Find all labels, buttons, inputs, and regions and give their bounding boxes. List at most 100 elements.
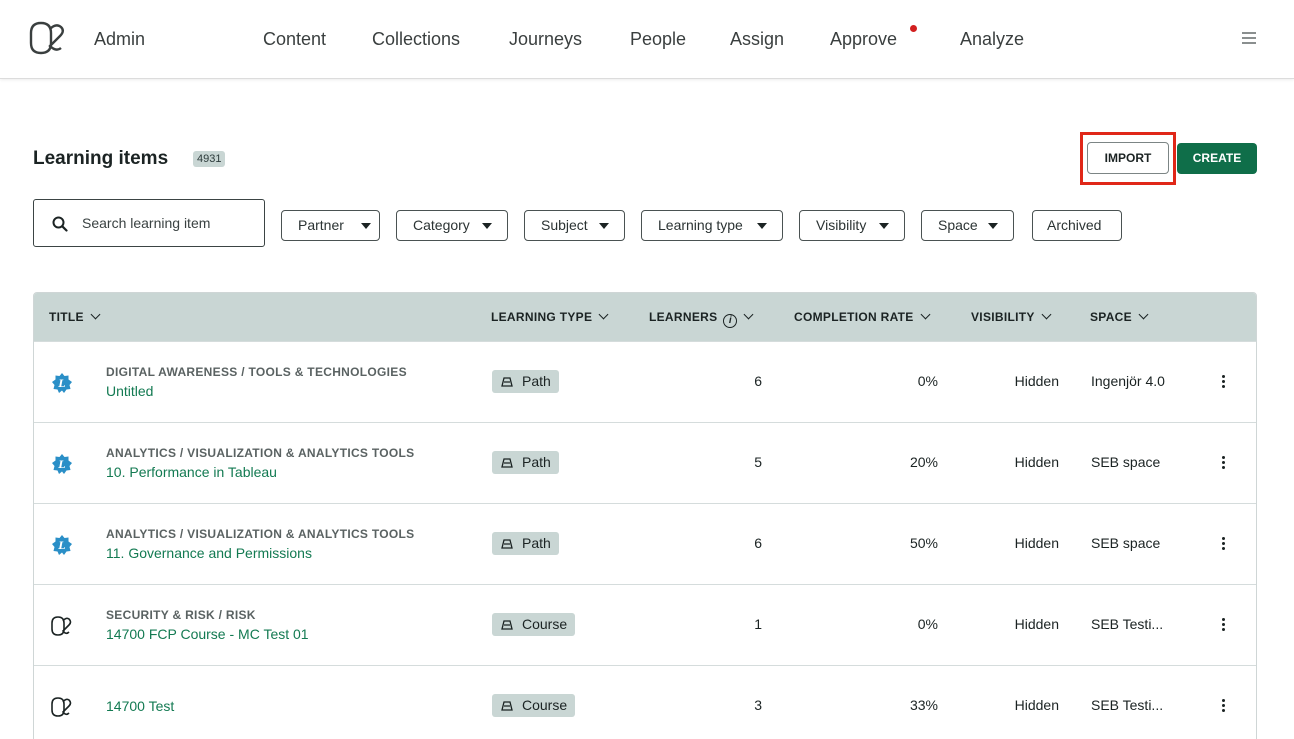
column-space[interactable]: SPACE: [1090, 309, 1149, 324]
item-category: DIGITAL AWARENESS / TOOLS & TECHNOLOGIES: [106, 365, 407, 379]
filter-subject[interactable]: Subject: [524, 210, 625, 241]
partner-badge-icon: L: [52, 373, 72, 393]
column-label: TITLE: [49, 310, 84, 324]
more-options-icon[interactable]: [1219, 537, 1227, 551]
filter-archived[interactable]: Archived: [1032, 210, 1122, 241]
table-row[interactable]: L ANALYTICS / VISUALIZATION & ANALYTICS …: [34, 422, 1256, 503]
completion-rate: 50%: [909, 535, 938, 551]
caret-down-icon: [757, 223, 767, 229]
table-row[interactable]: L ANALYTICS / VISUALIZATION & ANALYTICS …: [34, 503, 1256, 584]
completion-rate: 0%: [917, 616, 938, 632]
filter-label: Visibility: [816, 217, 867, 233]
brand-logo-icon: [51, 697, 72, 717]
search-box[interactable]: [33, 199, 265, 247]
learning-type-label: Path: [522, 454, 551, 470]
column-completion-rate[interactable]: COMPLETION RATE: [794, 309, 931, 324]
space-value: Ingenjör 4.0: [1091, 373, 1165, 389]
page-title: Learning items: [33, 148, 169, 169]
learning-type-label: Path: [522, 535, 551, 551]
table-row[interactable]: SECURITY & RISK / RISK 14700 FCP Course …: [34, 584, 1256, 665]
column-label: LEARNING TYPE: [491, 310, 593, 324]
visibility-value: Hidden: [1014, 373, 1059, 389]
svg-text:L: L: [57, 460, 65, 471]
more-options-icon[interactable]: [1219, 456, 1227, 470]
path-type-icon: [501, 539, 513, 549]
caret-down-icon: [879, 223, 889, 229]
space-value: SEB Testi...: [1091, 616, 1164, 632]
learning-type-label: Course: [522, 697, 568, 713]
chevron-down-icon: [1041, 309, 1052, 320]
column-label: COMPLETION RATE: [794, 310, 914, 324]
filter-category[interactable]: Category: [396, 210, 508, 241]
filter-label: Partner: [298, 217, 344, 233]
filter-label: Space: [938, 217, 978, 233]
item-title-link[interactable]: Untitled: [106, 383, 153, 399]
learning-type-label: Path: [522, 373, 551, 389]
learning-type-label: Course: [522, 616, 568, 632]
brand-logo-icon[interactable]: [28, 19, 68, 57]
filter-space[interactable]: Space: [921, 210, 1014, 241]
visibility-value: Hidden: [1014, 454, 1059, 470]
nav-assign[interactable]: Assign: [730, 29, 784, 50]
column-label: VISIBILITY: [971, 310, 1035, 324]
learning-type-badge: Path: [492, 532, 559, 555]
admin-label[interactable]: Admin: [94, 29, 145, 50]
partner-badge-icon: L: [52, 454, 72, 474]
space-value: SEB space: [1091, 454, 1161, 470]
filter-label: Category: [413, 217, 470, 233]
nav-collections[interactable]: Collections: [372, 29, 460, 50]
column-learning-type[interactable]: LEARNING TYPE: [491, 309, 609, 324]
visibility-value: Hidden: [1014, 616, 1059, 632]
search-input[interactable]: [82, 212, 252, 234]
learners-count: 1: [754, 616, 762, 632]
more-options-icon[interactable]: [1219, 699, 1227, 713]
chevron-down-icon: [743, 309, 754, 320]
column-visibility[interactable]: VISIBILITY: [971, 309, 1052, 324]
chevron-down-icon: [90, 309, 101, 320]
completion-rate: 20%: [909, 454, 938, 470]
filter-partner[interactable]: Partner: [281, 210, 380, 241]
learning-type-badge: Course: [492, 694, 576, 717]
filter-learning-type[interactable]: Learning type: [641, 210, 783, 241]
more-options-icon[interactable]: [1219, 375, 1227, 389]
chevron-down-icon: [598, 309, 609, 320]
nav-content[interactable]: Content: [263, 29, 326, 50]
caret-down-icon: [482, 223, 492, 229]
notification-dot: [910, 25, 917, 32]
nav-approve[interactable]: Approve: [830, 29, 897, 50]
nav-analyze[interactable]: Analyze: [960, 29, 1024, 50]
space-value: SEB Testi...: [1091, 697, 1164, 713]
item-title-link[interactable]: 11. Governance and Permissions: [106, 545, 312, 561]
hamburger-menu-icon[interactable]: [1242, 32, 1256, 44]
learners-count: 3: [754, 697, 762, 713]
brand-logo-icon: [51, 616, 72, 636]
item-title-link[interactable]: 14700 FCP Course - MC Test 01: [106, 626, 309, 642]
visibility-value: Hidden: [1014, 535, 1059, 551]
import-button[interactable]: IMPORT: [1087, 142, 1169, 174]
info-icon[interactable]: i: [723, 314, 738, 328]
caret-down-icon: [988, 223, 998, 229]
item-title-link[interactable]: 14700 Test: [106, 698, 174, 714]
filter-label: Subject: [541, 217, 588, 233]
table-row[interactable]: 14700 Test Course 3 33% Hidden SEB Testi…: [34, 665, 1256, 739]
course-type-icon: [501, 701, 513, 711]
nav-people[interactable]: People: [630, 29, 686, 50]
filter-label: Archived: [1047, 217, 1102, 233]
learning-type-badge: Course: [492, 613, 576, 636]
create-button[interactable]: CREATE: [1177, 143, 1257, 174]
learners-count: 5: [754, 454, 762, 470]
column-learners[interactable]: LEARNERS i: [649, 309, 754, 328]
learners-count: 6: [754, 535, 762, 551]
table-header: TITLE LEARNING TYPE LEARNERS i COMPLETION…: [34, 293, 1256, 342]
more-options-icon[interactable]: [1219, 618, 1227, 632]
item-title-link[interactable]: 10. Performance in Tableau: [106, 464, 277, 480]
table-row[interactable]: L DIGITAL AWARENESS / TOOLS & TECHNOLOGI…: [34, 341, 1256, 422]
path-type-icon: [501, 377, 513, 387]
item-category: ANALYTICS / VISUALIZATION & ANALYTICS TO…: [106, 446, 415, 460]
filter-visibility[interactable]: Visibility: [799, 210, 905, 241]
learning-type-badge: Path: [492, 451, 559, 474]
learners-count: 6: [754, 373, 762, 389]
column-title[interactable]: TITLE: [49, 309, 101, 324]
nav-journeys[interactable]: Journeys: [509, 29, 582, 50]
search-icon: [52, 216, 68, 232]
